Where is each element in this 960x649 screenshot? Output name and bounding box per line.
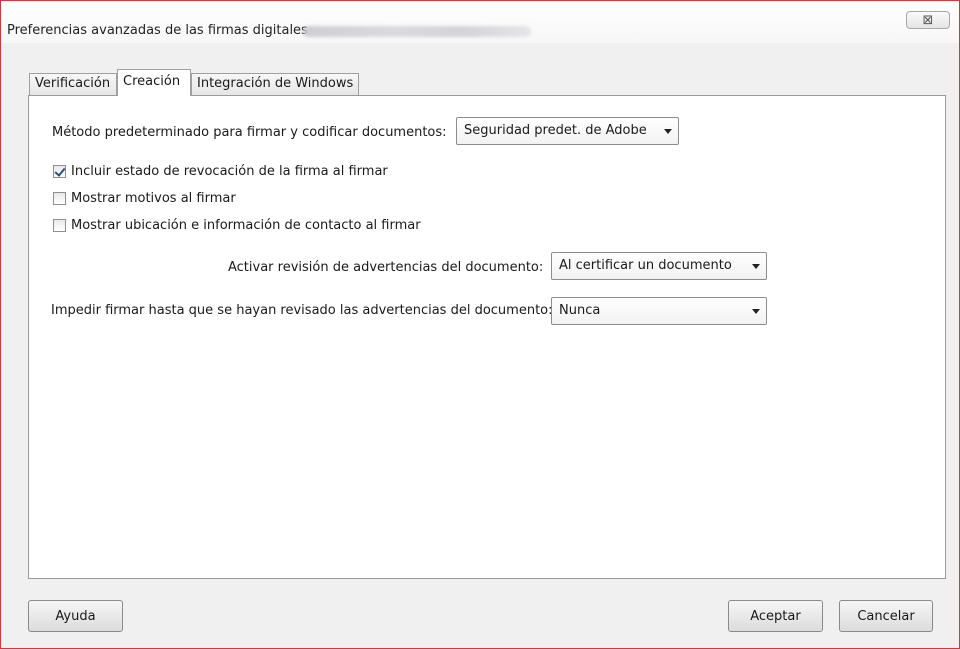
prevent-signing-value: Nunca (559, 303, 601, 318)
include-revocation-checkbox-row[interactable]: Incluir estado de revocación de la firma… (53, 164, 453, 180)
close-button[interactable]: ⊠ (906, 11, 950, 29)
show-location-checkbox[interactable] (53, 219, 66, 232)
include-revocation-label: Incluir estado de revocación de la firma… (71, 164, 388, 179)
warnings-review-value: Al certificar un documento (559, 258, 732, 273)
help-button[interactable]: Ayuda (28, 600, 123, 632)
include-revocation-checkbox[interactable] (53, 165, 66, 178)
chevron-down-icon (752, 309, 760, 314)
tab-verificacion[interactable]: Verificación (29, 73, 117, 95)
prevent-signing-label: Impedir firmar hasta que se hayan revisa… (51, 303, 553, 318)
warnings-review-label: Activar revisión de advertencias del doc… (228, 260, 544, 275)
creation-tab-panel: Método predeterminado para firmar y codi… (28, 95, 946, 579)
tab-label: Creación (123, 74, 181, 89)
signing-method-value: Seguridad predet. de Adobe (464, 123, 647, 138)
show-reasons-label: Mostrar motivos al firmar (71, 191, 236, 206)
close-icon: ⊠ (922, 12, 934, 28)
warnings-review-select[interactable]: Al certificar un documento (551, 252, 767, 280)
show-reasons-checkbox[interactable] (53, 192, 66, 205)
tab-creacion[interactable]: Creación (117, 69, 191, 96)
cancel-button[interactable]: Cancelar (839, 600, 933, 632)
prevent-signing-select[interactable]: Nunca (551, 297, 767, 325)
signing-method-select[interactable]: Seguridad predet. de Adobe (456, 117, 679, 145)
signing-method-label: Método predeterminado para firmar y codi… (52, 125, 447, 140)
window-title: Preferencias avanzadas de las firmas dig… (7, 23, 308, 38)
tab-label: Verificación (35, 76, 111, 91)
show-reasons-checkbox-row[interactable]: Mostrar motivos al firmar (53, 191, 453, 207)
show-location-label: Mostrar ubicación e información de conta… (71, 218, 421, 233)
chevron-down-icon (664, 129, 672, 134)
title-bar: Preferencias avanzadas de las firmas dig… (1, 1, 959, 43)
ok-button[interactable]: Aceptar (728, 600, 823, 632)
tab-label: Integración de Windows (197, 76, 354, 91)
advanced-signature-preferences-dialog: Preferencias avanzadas de las firmas dig… (0, 0, 960, 649)
show-location-checkbox-row[interactable]: Mostrar ubicación e información de conta… (53, 218, 473, 234)
tab-integracion-windows[interactable]: Integración de Windows (191, 73, 359, 95)
chevron-down-icon (752, 264, 760, 269)
blurred-title-text (303, 26, 531, 37)
